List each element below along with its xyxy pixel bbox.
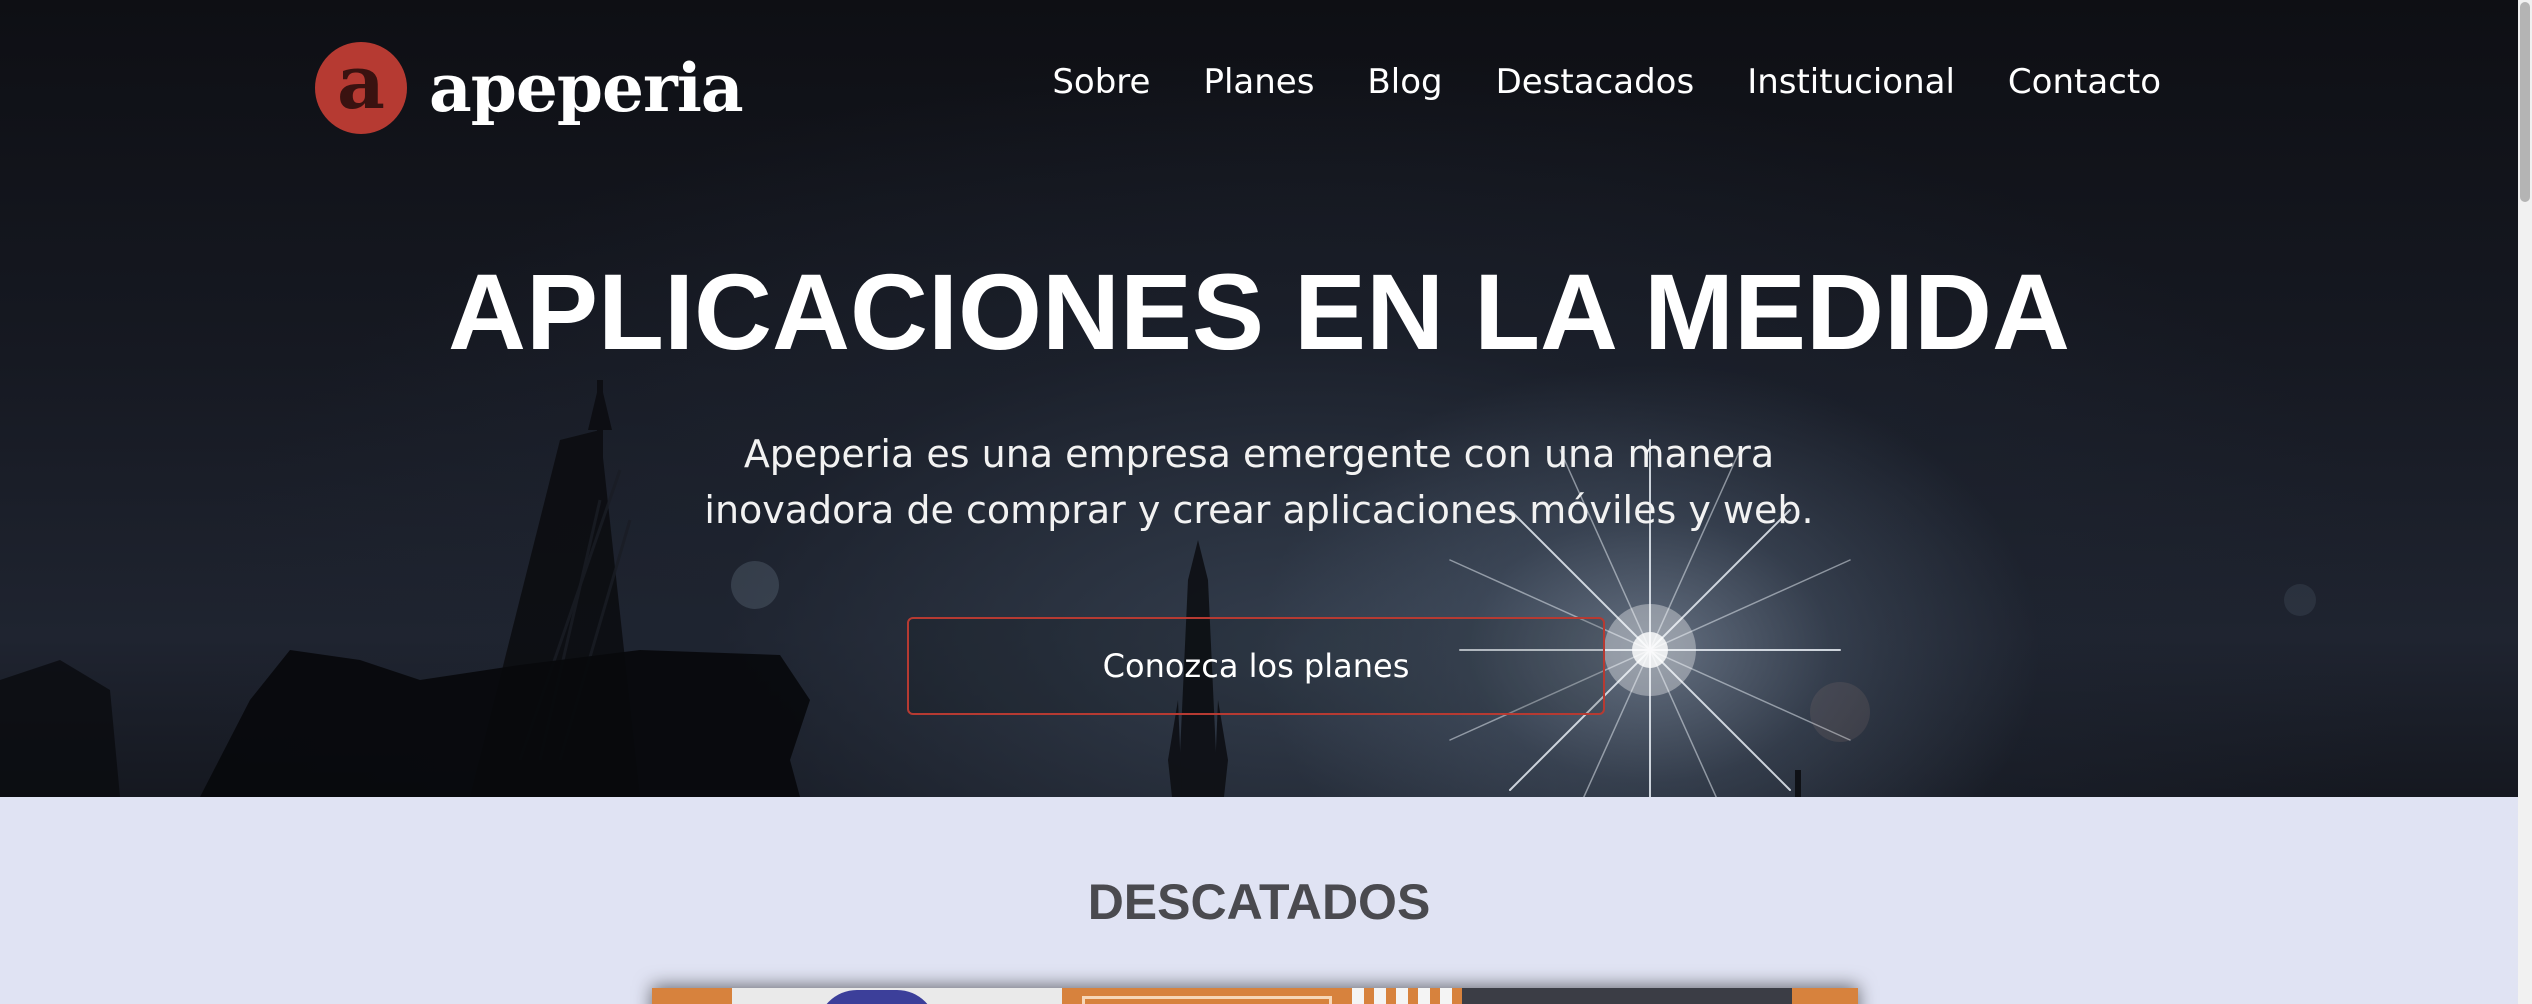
brand-logo[interactable]: a apeperia xyxy=(315,42,744,134)
hero-title: APLICACIONES EN LA MEDIDA xyxy=(447,251,2071,372)
nav-item-blog[interactable]: Blog xyxy=(1367,56,1442,108)
hero-subtitle-line: inovadora de comprar y crear aplicacione… xyxy=(704,488,1814,532)
card-image-segment xyxy=(1082,996,1332,1004)
scrollbar-thumb[interactable] xyxy=(2520,2,2530,202)
featured-section: DESCATADOS xyxy=(0,797,2518,1004)
featured-title: DESCATADOS xyxy=(1087,874,1431,930)
hero-subtitle: Apeperia es una empresa emergente con un… xyxy=(0,426,2518,538)
card-image-segment xyxy=(1352,988,1462,1004)
hero-subtitle-line: Apeperia es una empresa emergente con un… xyxy=(743,432,1775,476)
brand-mark-icon: a xyxy=(315,42,407,134)
page-scrollbar[interactable] xyxy=(2518,0,2532,1004)
main-nav: Sobre Planes Blog Destacados Institucion… xyxy=(1052,56,2161,108)
nav-item-contacto[interactable]: Contacto xyxy=(2008,56,2161,108)
card-image-segment xyxy=(1462,988,1792,1004)
nav-item-destacados[interactable]: Destacados xyxy=(1496,56,1695,108)
featured-card-image[interactable] xyxy=(652,988,1858,1004)
nav-item-planes[interactable]: Planes xyxy=(1203,56,1314,108)
hero-section: a apeperia Sobre Planes Blog Destacados … xyxy=(0,0,2518,797)
plans-cta-button[interactable]: Conozca los planes xyxy=(907,617,1605,715)
brand-name: apeperia xyxy=(429,49,744,127)
nav-item-institucional[interactable]: Institucional xyxy=(1747,56,1955,108)
nav-item-sobre[interactable]: Sobre xyxy=(1052,56,1150,108)
